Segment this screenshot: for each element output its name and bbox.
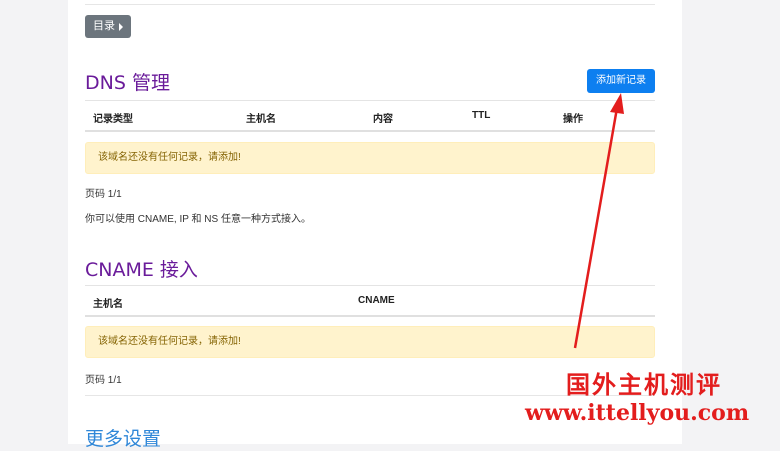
toc-button-label: 目录 <box>93 20 115 32</box>
column-header-record-type: 记录类型 <box>93 114 133 125</box>
toc-button[interactable]: 目录 <box>85 15 131 38</box>
cname-page-indicator: 页码 1/1 <box>85 375 122 386</box>
dns-page-indicator: 页码 1/1 <box>85 189 122 200</box>
column-header-actions: 操作 <box>563 114 583 125</box>
column-header-content: 内容 <box>373 114 393 125</box>
column-header-hostname: 主机名 <box>246 114 276 125</box>
cname-table-header: 主机名 CNAME <box>85 285 655 317</box>
column-header-hostname: 主机名 <box>93 299 123 310</box>
cname-section-title: CNAME 接入 <box>85 259 198 281</box>
dns-table-header: 记录类型 主机名 内容 TTL 操作 <box>85 100 655 132</box>
watermark-url: www.ittellyou.com <box>525 400 750 426</box>
caret-right-icon <box>119 22 123 31</box>
column-header-cname: CNAME <box>358 295 395 306</box>
dns-empty-alert: 该域名还没有任何记录，请添加! <box>85 142 655 174</box>
column-header-ttl: TTL <box>472 110 491 121</box>
divider <box>85 4 655 5</box>
access-hint: 你可以使用 CNAME, IP 和 NS 任意一种方式接入。 <box>85 214 311 225</box>
more-settings-title: 更多设置 <box>85 428 162 450</box>
add-record-button[interactable]: 添加新记录 <box>587 69 655 93</box>
watermark-title: 国外主机测评 <box>566 371 722 399</box>
cname-empty-alert: 该域名还没有任何记录，请添加! <box>85 326 655 358</box>
dns-section-title: DNS 管理 <box>85 72 170 94</box>
